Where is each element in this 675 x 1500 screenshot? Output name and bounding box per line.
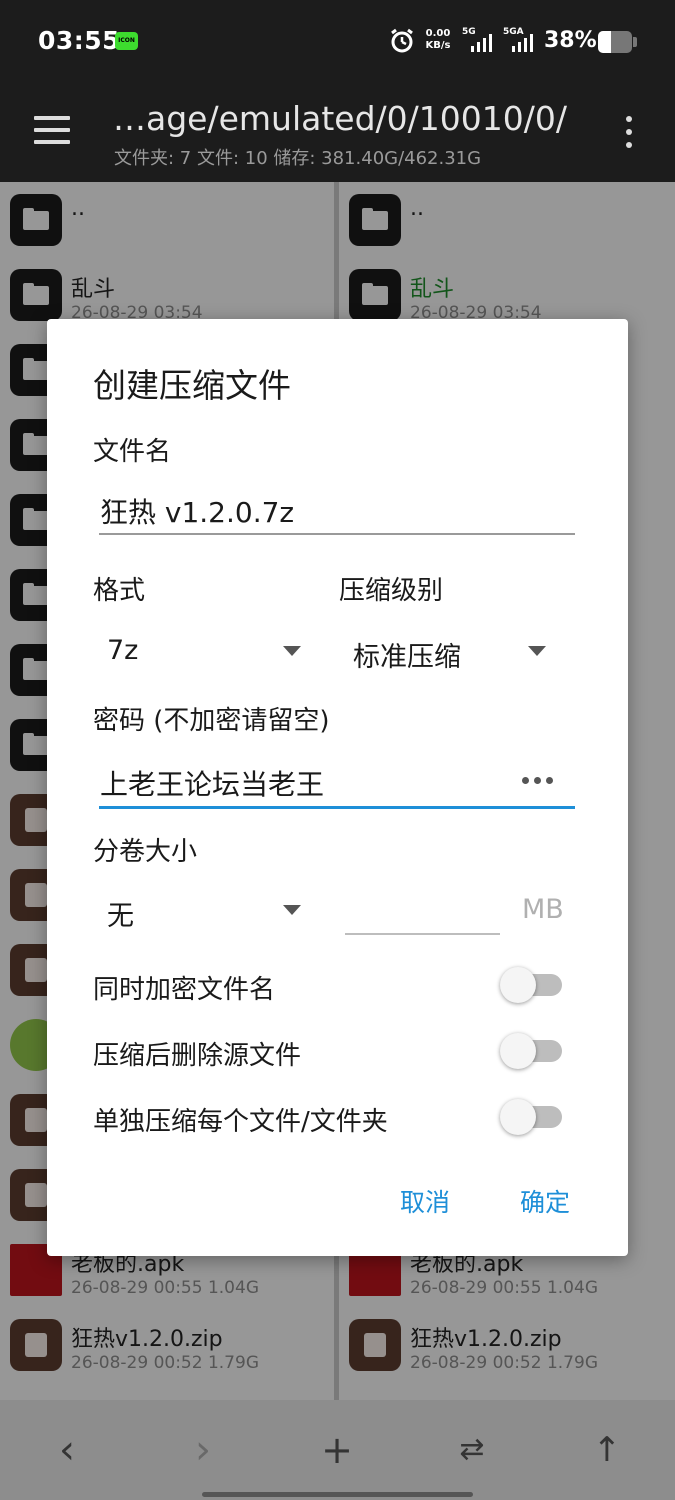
home-indicator[interactable]	[202, 1492, 473, 1497]
ok-button[interactable]: 确定	[520, 1183, 570, 1219]
menu-icon[interactable]	[34, 116, 72, 144]
password-label: 密码 (不加密请留空)	[93, 706, 330, 736]
split-unit: MB	[522, 894, 564, 925]
separate-archive-label: 单独压缩每个文件/文件夹	[93, 1107, 388, 1137]
app-toolbar: …age/emulated/0/10010/0/ 文件夹: 7 文件: 10 储…	[0, 84, 675, 182]
password-visibility-icon[interactable]	[522, 777, 556, 785]
network-speed: 0.00 KB/s	[425, 28, 451, 51]
battery-percent: 38%	[544, 28, 597, 53]
separate-archive-toggle[interactable]	[500, 1096, 562, 1136]
signal-icon	[471, 34, 495, 52]
clock: 03:55	[38, 26, 121, 55]
current-path[interactable]: …age/emulated/0/10010/0/	[113, 99, 567, 138]
split-size-input[interactable]	[345, 933, 500, 935]
format-value: 7z	[107, 635, 139, 666]
battery-icon	[598, 31, 632, 53]
delete-source-label: 压缩后删除源文件	[93, 1041, 302, 1071]
encrypt-names-toggle[interactable]	[500, 964, 562, 1004]
filename-input[interactable]: 狂热 v1.2.0.7z	[100, 491, 294, 531]
more-options-icon[interactable]	[623, 114, 635, 150]
delete-source-toggle[interactable]	[500, 1030, 562, 1070]
compression-level-value: 标准压缩	[353, 642, 461, 673]
password-input[interactable]: 上老王论坛当老王	[100, 763, 324, 803]
compression-level-label: 压缩级别	[339, 576, 444, 606]
status-bar: 03:55 ICON 0.00 KB/s 5G 5GA 38%	[0, 0, 675, 84]
battery-tip	[633, 37, 637, 47]
split-size-label: 分卷大小	[93, 837, 198, 867]
alarm-icon	[391, 28, 413, 53]
format-dropdown-icon	[283, 646, 301, 656]
filename-underline	[99, 533, 575, 535]
encrypt-names-label: 同时加密文件名	[93, 975, 276, 1005]
signal-icon-2	[512, 34, 536, 52]
level-dropdown-icon	[528, 646, 546, 656]
cancel-button[interactable]: 取消	[400, 1183, 450, 1219]
split-size-value: 无	[107, 901, 134, 932]
format-label: 格式	[93, 576, 146, 606]
split-dropdown-icon	[283, 905, 301, 915]
create-archive-dialog: 创建压缩文件 文件名 狂热 v1.2.0.7z 格式 压缩级别 7z 标准压缩 …	[47, 319, 628, 1256]
dialog-title: 创建压缩文件	[93, 366, 291, 405]
app-badge-icon: ICON	[115, 32, 138, 50]
storage-info: 文件夹: 7 文件: 10 储存: 381.40G/462.31G	[114, 148, 482, 169]
password-underline	[99, 806, 575, 809]
filename-label: 文件名	[93, 437, 172, 467]
